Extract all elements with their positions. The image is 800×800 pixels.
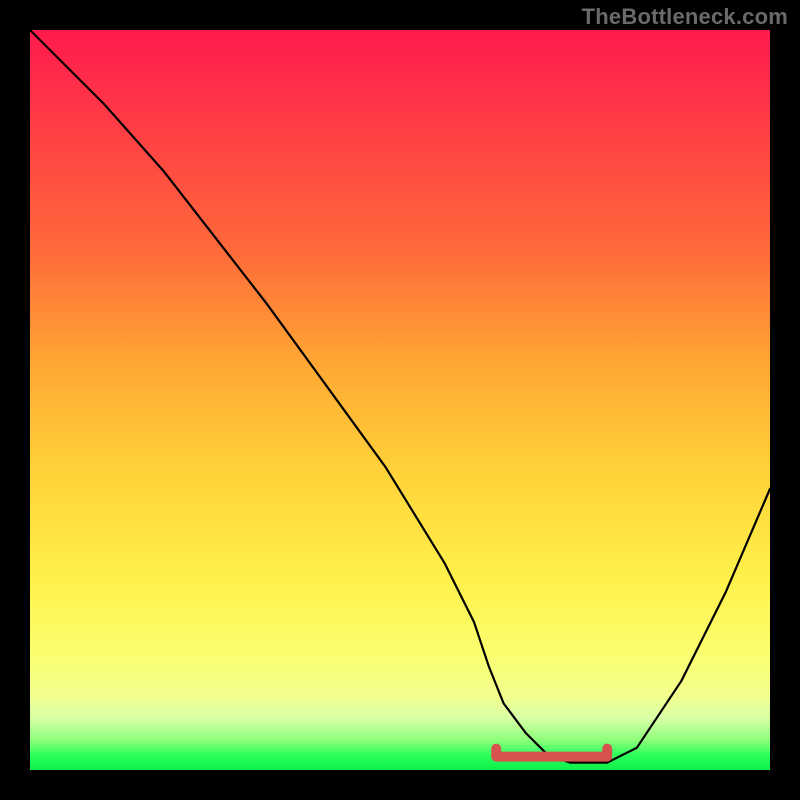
bottleneck-curve [30,30,770,763]
chart-frame: TheBottleneck.com [0,0,800,800]
plot-area [30,30,770,770]
watermark-text: TheBottleneck.com [582,4,788,30]
optimal-range-marker [496,749,607,757]
chart-svg [30,30,770,770]
